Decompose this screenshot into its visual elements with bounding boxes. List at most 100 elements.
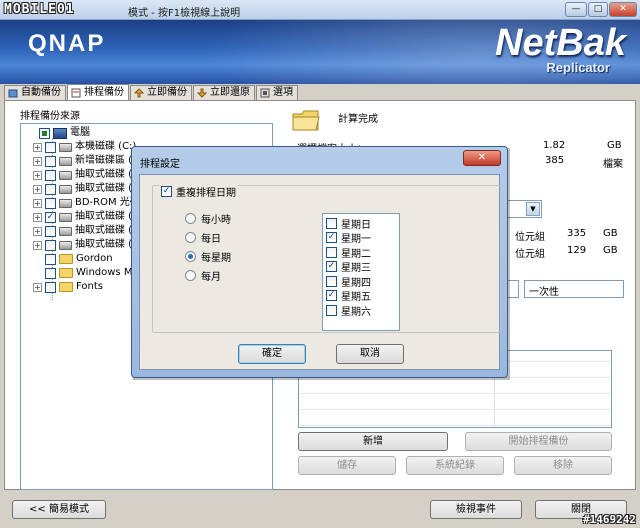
schedule-dialog: 排程設定 ✕ 星期日 ✓ 星期一 星期二 ✓ 星期三星期四 ✓ 星期五 星期六 ✓ 重複排程日期… [131, 146, 508, 378]
weekday-checkbox[interactable] [326, 246, 337, 258]
tab-options[interactable]: 選項 [256, 85, 298, 100]
tree-checkbox[interactable] [45, 225, 56, 237]
weekday-checkbox[interactable]: ✓ [326, 232, 337, 243]
weekday-item[interactable]: 星期日 [326, 216, 371, 231]
dialog-title: 排程設定 [140, 159, 180, 170]
tree-checkbox[interactable] [45, 253, 56, 265]
weekday-checkbox[interactable] [326, 304, 337, 316]
drive-icon [59, 170, 72, 180]
tree-checkbox[interactable] [45, 281, 56, 293]
view-events-button[interactable]: 檢視事件 [430, 500, 522, 519]
brand-logo: QNAP [28, 30, 106, 57]
maximize-button[interactable]: □ [588, 2, 608, 17]
tab-bar: 自動備份 排程備份 立即備份 立即還原 選項 [4, 84, 299, 100]
weekday-list[interactable]: 星期日 ✓ 星期一 星期二 ✓ 星期三星期四 ✓ 星期五 星期六 [322, 213, 400, 331]
tree-item[interactable]: + Fonts [33, 280, 103, 294]
weekday-item[interactable]: ✓ 星期五 [326, 289, 371, 303]
weekday-checkbox[interactable]: ✓ [326, 261, 337, 272]
start-schedule-button[interactable]: 開始排程備份 [465, 432, 612, 451]
drive-icon [59, 226, 72, 236]
radio-button[interactable] [185, 213, 196, 224]
tree-item[interactable]: + 抽取式磁碟 (I:) [33, 224, 142, 238]
tree-checkbox[interactable]: ✓ [45, 211, 56, 223]
tree-checkbox[interactable] [45, 169, 56, 181]
simple-mode-button[interactable]: << 簡易模式 [12, 500, 106, 519]
frequency-option[interactable]: 每星期 [185, 249, 231, 264]
weekday-label: 星期五 [341, 292, 371, 303]
frequency-option[interactable]: 每小時 [185, 211, 231, 226]
tree-item-label: Fonts [76, 281, 103, 292]
dialog-close-button[interactable]: ✕ [463, 150, 501, 166]
expand-toggle-icon[interactable]: + [33, 142, 42, 152]
free2-unit: GB [603, 245, 618, 256]
tree-checkbox[interactable] [45, 267, 56, 279]
tree-item[interactable]: + 抽取式磁碟 (E:) [33, 168, 146, 182]
tree-item[interactable]: 電腦 [27, 126, 90, 140]
window-title: 模式 - 按F1檢視線上說明 [128, 8, 241, 19]
remove-button[interactable]: 移除 [514, 456, 612, 475]
radio-button[interactable] [185, 251, 196, 262]
expand-toggle-icon[interactable]: + [33, 282, 42, 292]
tab-schedule-backup[interactable]: 排程備份 [67, 84, 129, 100]
tree-checkbox[interactable] [45, 239, 56, 251]
weekday-item[interactable]: ✓ 星期一 [326, 231, 371, 245]
expand-toggle-icon[interactable]: + [33, 170, 42, 180]
tree-item[interactable]: + 抽取式磁碟 (J:) [33, 238, 142, 252]
tree-checkbox[interactable] [45, 155, 56, 167]
frequency-option[interactable]: 每月 [185, 268, 221, 283]
weekday-checkbox[interactable] [326, 275, 337, 287]
dialog-cancel-button[interactable]: 取消 [336, 344, 404, 364]
tree-checkbox[interactable] [39, 127, 50, 139]
repeat-checkbox[interactable]: ✓ [161, 186, 172, 197]
radio-button[interactable] [185, 270, 196, 281]
watermark-id: #1469242 [583, 513, 636, 526]
close-window-button[interactable]: ✕ [609, 2, 637, 17]
weekday-item[interactable]: 星期二 [326, 245, 371, 260]
frequency-option-label: 每小時 [201, 215, 231, 226]
add-button[interactable]: 新增 [298, 432, 448, 451]
expand-toggle-icon[interactable]: + [33, 184, 42, 194]
repeat-group-title[interactable]: ✓ 重複排程日期 [159, 184, 238, 199]
frequency-option[interactable]: 每日 [185, 230, 221, 245]
tree-item[interactable]: + 新增磁碟區 (D:) [33, 154, 147, 168]
tab-restore[interactable]: 立即還原 [193, 85, 255, 100]
tab-auto-backup[interactable]: 自動備份 [4, 85, 66, 100]
tree-checkbox[interactable] [45, 141, 56, 153]
weekday-checkbox[interactable] [326, 217, 337, 229]
tree-item[interactable]: + 本機磁碟 (C:) [33, 140, 136, 154]
tree-checkbox[interactable] [45, 197, 56, 209]
radio-button[interactable] [185, 232, 196, 243]
weekday-item[interactable]: 星期六 [326, 303, 371, 318]
chevron-down-icon[interactable]: ▼ [526, 202, 540, 216]
weekday-label: 星期日 [341, 219, 371, 231]
tree-item[interactable]: + 抽取式磁碟 (F:) [33, 182, 144, 196]
expand-toggle-icon[interactable]: + [33, 240, 42, 250]
schedule-backup-icon [71, 88, 81, 98]
folder-icon [59, 268, 73, 278]
dialog-ok-button[interactable]: 確定 [238, 344, 306, 364]
drive-icon [59, 156, 72, 166]
drive-icon [59, 184, 72, 194]
tree-item[interactable]: +Windows Mail [33, 266, 144, 280]
tree-item[interactable]: + ✓ 抽取式磁碟 (H:) [33, 210, 147, 224]
tree-item[interactable]: +Gordon [33, 252, 113, 266]
weekday-item[interactable]: 星期四 [326, 274, 371, 289]
expand-toggle-icon[interactable]: + [33, 156, 42, 166]
minimize-button[interactable]: — [565, 2, 587, 17]
drive-icon [59, 212, 72, 222]
weekday-label: 星期四 [341, 277, 371, 289]
tab-instant-backup[interactable]: 立即備份 [130, 85, 192, 100]
expand-toggle-icon[interactable]: + [33, 212, 42, 222]
save-button[interactable]: 儲存 [298, 456, 396, 475]
weekday-item[interactable]: ✓ 星期三 [326, 260, 371, 274]
tree-item-label: 電腦 [70, 127, 90, 138]
expand-toggle-icon[interactable]: + [33, 198, 42, 208]
system-log-button[interactable]: 系統紀錄 [406, 456, 504, 475]
tree-checkbox[interactable] [45, 183, 56, 195]
frequency-field[interactable]: 一次性 [524, 280, 624, 298]
weekday-checkbox[interactable]: ✓ [326, 290, 337, 301]
expand-toggle-icon[interactable]: + [33, 226, 42, 236]
restore-icon [196, 88, 208, 98]
drive-icon [59, 240, 72, 250]
tab-label: 立即還原 [210, 87, 250, 98]
